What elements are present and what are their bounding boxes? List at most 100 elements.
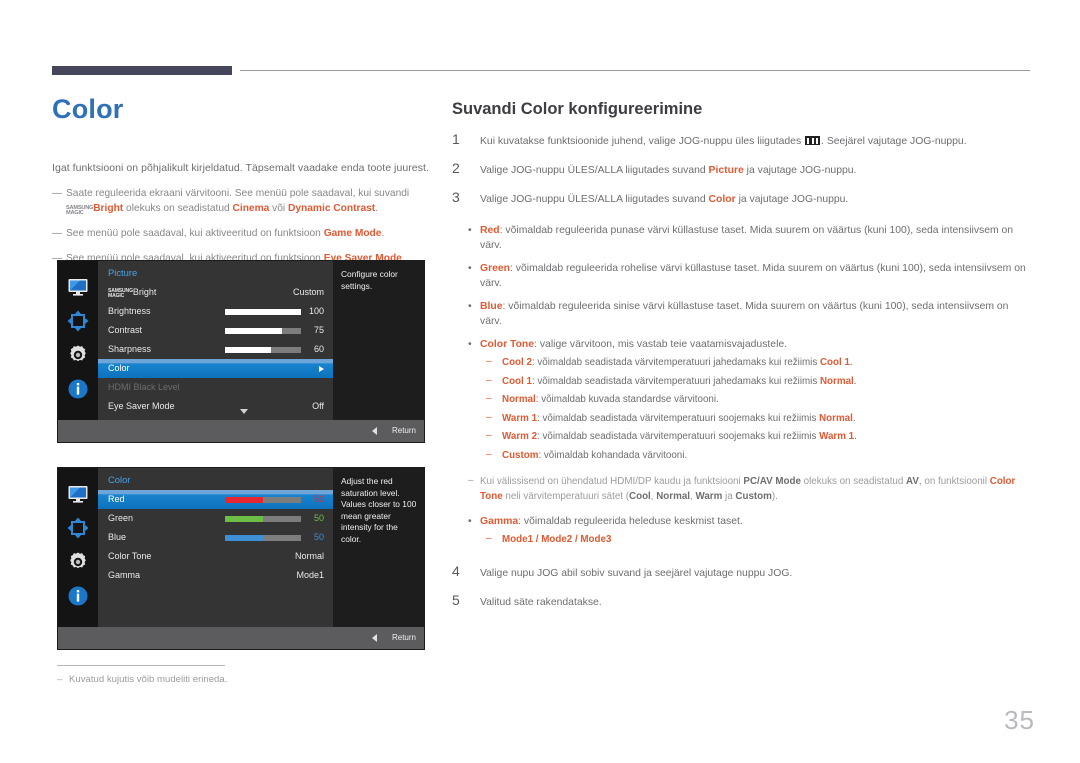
osd-row-label: HDMI Black Level <box>108 382 180 392</box>
osd-slider-track[interactable] <box>225 516 301 522</box>
osd-slider-fill <box>225 309 301 315</box>
gear-icon[interactable] <box>66 550 90 574</box>
info-icon[interactable] <box>66 377 90 401</box>
osd-slider-track[interactable] <box>225 309 301 315</box>
sub-term: Warm 2 <box>502 431 538 442</box>
note-p2: olekuks on seadistatud <box>800 476 907 487</box>
bullet-gamma: • Gamma: võimaldab reguleerida heleduse … <box>452 514 1032 548</box>
osd-row-magicbright[interactable]: SAMSUNG MAGIC Bright Custom <box>98 283 333 302</box>
osd-slider-track[interactable] <box>225 328 301 334</box>
note-highlight-game-mode: Game Mode <box>323 228 382 240</box>
osd-row-color[interactable]: Color <box>98 359 333 378</box>
note-hdmi-dp: – Kui välissisend on ühendatud HDMI/DP k… <box>452 475 1032 504</box>
step-text-part2: . Seejärel vajutage JOG-nuppu. <box>821 136 967 147</box>
sub-normal: – Normal: võimaldab kuvada standardse vä… <box>480 393 1032 408</box>
back-arrow-icon[interactable] <box>372 634 377 642</box>
option-bullet-list: • Red: võimaldab reguleerida punase värv… <box>452 223 1032 548</box>
left-column: Color Igat funktsiooni on põhjalikult ki… <box>52 92 432 266</box>
osd-row-contrast[interactable]: Contrast 75 <box>98 321 333 340</box>
sub-end: . <box>852 412 856 424</box>
sub-term: Cool 2 <box>502 357 532 368</box>
osd-icon-sidebar <box>58 468 98 629</box>
osd-menu-body: Color Red 50 Green 50 Blue 50 Color Tone… <box>98 468 333 629</box>
note-b6: Warm <box>695 490 723 502</box>
gear-icon[interactable] <box>66 343 90 367</box>
bottom-note-text: Kuvatud kujutis võib mudeliti erineda. <box>69 674 228 685</box>
osd-return-label[interactable]: Return <box>392 426 416 435</box>
osd-row-label: Green <box>108 513 134 523</box>
bullet-term: Red <box>480 225 500 236</box>
screen-adjust-icon[interactable] <box>66 516 90 540</box>
sub-dash-icon: – <box>486 448 492 460</box>
sub-dash-icon: – <box>486 411 492 423</box>
osd-row-color-tone[interactable]: Color Tone Normal <box>98 547 333 566</box>
note-dash-icon: — <box>52 188 63 199</box>
bullet-text: : valige värvitoon, mis vastab teie vaat… <box>534 339 788 350</box>
step-3: 3 Valige JOG-nuppu ÜLES/ALLA liigutades … <box>452 190 1032 207</box>
osd-row-gamma[interactable]: Gamma Mode1 <box>98 566 333 585</box>
osd-row-red[interactable]: Red 50 <box>98 490 333 509</box>
note-b7: Custom <box>735 490 772 502</box>
osd-row-green[interactable]: Green 50 <box>98 509 333 528</box>
sub-end: . <box>854 431 857 442</box>
step-1: 1 Kui kuvatakse funktsioonide juhend, va… <box>452 132 1032 149</box>
osd-row-value: 50 <box>313 494 324 504</box>
sub-text: : võimaldab kohandada värvitooni. <box>538 449 688 461</box>
bullet-text: : võimaldab reguleerida sinise värvi kül… <box>480 301 1009 327</box>
osd-row-label: Sharpness <box>108 344 152 354</box>
back-arrow-icon[interactable] <box>372 427 377 435</box>
bullet-green: • Green: võimaldab reguleerida rohelise … <box>452 261 1032 291</box>
osd-return-label[interactable]: Return <box>392 633 416 642</box>
osd-row-value: 50 <box>313 513 324 523</box>
bullet-dot-icon: • <box>468 516 472 527</box>
section-title: Suvandi Color konfigureerimine <box>452 100 703 118</box>
note-prefix: Saate reguleerida ekraani värvitooni. Se… <box>66 188 410 199</box>
osd-row-label: Blue <box>108 532 127 542</box>
bullet-red: • Red: võimaldab reguleerida punase värv… <box>452 223 1032 253</box>
osd-slider-fill <box>225 328 282 334</box>
osd-slider-track[interactable] <box>225 347 301 353</box>
bullet-dot-icon: • <box>468 339 472 350</box>
osd-row-blue[interactable]: Blue 50 <box>98 528 333 547</box>
note-b1: PC/AV Mode <box>743 476 801 487</box>
chevron-down-icon[interactable] <box>240 409 248 414</box>
samsung-magic-logo: SAMSUNG MAGIC <box>108 289 133 299</box>
note-magicbright: — Saate reguleerida ekraani värvitooni. … <box>52 186 432 216</box>
monitor-icon[interactable] <box>66 482 90 506</box>
osd-row-brightness[interactable]: Brightness 100 <box>98 302 333 321</box>
sub-text: : võimaldab seadistada värvitemperatuuri… <box>531 375 820 387</box>
osd-footer-bar: Return <box>58 420 424 442</box>
right-column: Suvandi Color konfigureerimine 1 Kui kuv… <box>452 98 1032 610</box>
note-magic-suffix: Bright <box>93 203 124 214</box>
osd-row-label: Brightness <box>108 306 151 316</box>
osd-row-sharpness[interactable]: Sharpness 60 <box>98 340 333 359</box>
osd-slider-track[interactable] <box>225 535 301 541</box>
sub-term: Warm 1 <box>502 412 538 424</box>
sub-dash-icon: – <box>486 374 492 386</box>
bullet-text: : võimaldab reguleerida punase värvi kül… <box>480 225 1014 251</box>
sub-term: Cool 1 <box>502 375 532 387</box>
osd-row-value: Mode1 <box>296 570 324 580</box>
monitor-icon[interactable] <box>66 275 90 299</box>
osd-slider-fill <box>225 516 263 522</box>
note-highlight-dynamic-contrast: Dynamic Contrast <box>288 203 376 214</box>
osd-row-value: Custom <box>292 287 324 297</box>
sub-custom: – Custom: võimaldab kohandada värvitooni… <box>480 449 1032 464</box>
screen-adjust-icon[interactable] <box>66 309 90 333</box>
sub-end: . <box>849 357 853 368</box>
sub-warm-1: – Warm 1: võimaldab seadistada värvitemp… <box>480 412 1032 427</box>
sub-term: Custom <box>502 449 539 461</box>
chevron-right-icon <box>319 366 324 372</box>
osd-footer-bar: Return <box>58 627 424 649</box>
osd-row-eye-saver-mode[interactable]: Eye Saver Mode Off <box>98 397 333 416</box>
bullet-dot-icon: • <box>468 225 472 236</box>
page-number: 35 <box>1004 705 1035 735</box>
osd-row-value: Off <box>312 401 324 411</box>
osd-row-label: Red <box>108 494 125 504</box>
step-text-part1: Valige JOG-nuppu ÜLES/ALLA liigutades su… <box>480 165 709 176</box>
note-b4: Cool <box>629 490 651 502</box>
osd-row-label: Color <box>108 363 130 373</box>
bottom-note-section: – Kuvatud kujutis võib mudeliti erineda. <box>57 665 437 685</box>
osd-slider-track[interactable] <box>225 497 301 503</box>
info-icon[interactable] <box>66 584 90 608</box>
